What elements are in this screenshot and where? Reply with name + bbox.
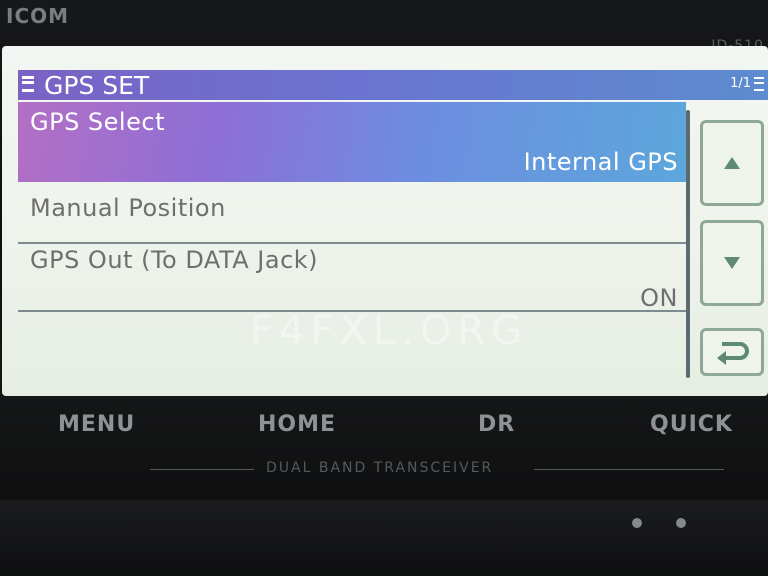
menu-header: GPS SET 1/1 (18, 70, 768, 100)
indicator-led (632, 518, 642, 528)
list-item-value: ON (640, 284, 678, 312)
page-indicator: 1/1 (730, 76, 764, 91)
menu-title: GPS SET (44, 71, 150, 100)
dr-key[interactable]: DR (478, 412, 515, 437)
page-list-icon (754, 76, 764, 91)
home-key[interactable]: HOME (258, 412, 336, 437)
radio-bezel: ICOM ID-510 GPS SET 1/1 GPS Select Inter… (0, 0, 768, 576)
back-button[interactable] (700, 328, 764, 376)
lcd-screen: GPS SET 1/1 GPS Select Internal GPS Manu… (2, 46, 768, 396)
return-arrow-icon (714, 339, 750, 365)
device-tagline: DUAL BAND TRANSCEIVER (266, 460, 494, 476)
brand-logo: ICOM (6, 4, 70, 28)
quick-key[interactable]: QUICK (650, 412, 733, 437)
tagline-divider-right (534, 469, 724, 470)
indicator-led (676, 518, 686, 528)
lower-panel (0, 500, 768, 576)
list-item-manual-position[interactable]: Manual Position (18, 182, 686, 244)
list-item-label: GPS Select (30, 108, 165, 136)
tagline-divider-left (150, 469, 254, 470)
list-item-gps-out[interactable]: GPS Out (To DATA Jack) ON (18, 246, 686, 312)
menu-list-icon (22, 76, 34, 92)
scroll-up-button[interactable] (700, 120, 764, 206)
triangle-up-icon (724, 157, 740, 169)
menu-key[interactable]: MENU (58, 412, 135, 437)
list-item-gps-select[interactable]: GPS Select Internal GPS (18, 102, 686, 182)
scroll-down-button[interactable] (700, 220, 764, 306)
scrollbar[interactable] (686, 110, 690, 378)
list-item-value: Internal GPS (523, 148, 678, 176)
page-number: 1/1 (730, 76, 751, 91)
list-item-label: GPS Out (To DATA Jack) (30, 246, 319, 274)
list-item-label: Manual Position (30, 194, 226, 222)
watermark-text: F4FXL.ORG (250, 308, 529, 354)
triangle-down-icon (724, 257, 740, 269)
